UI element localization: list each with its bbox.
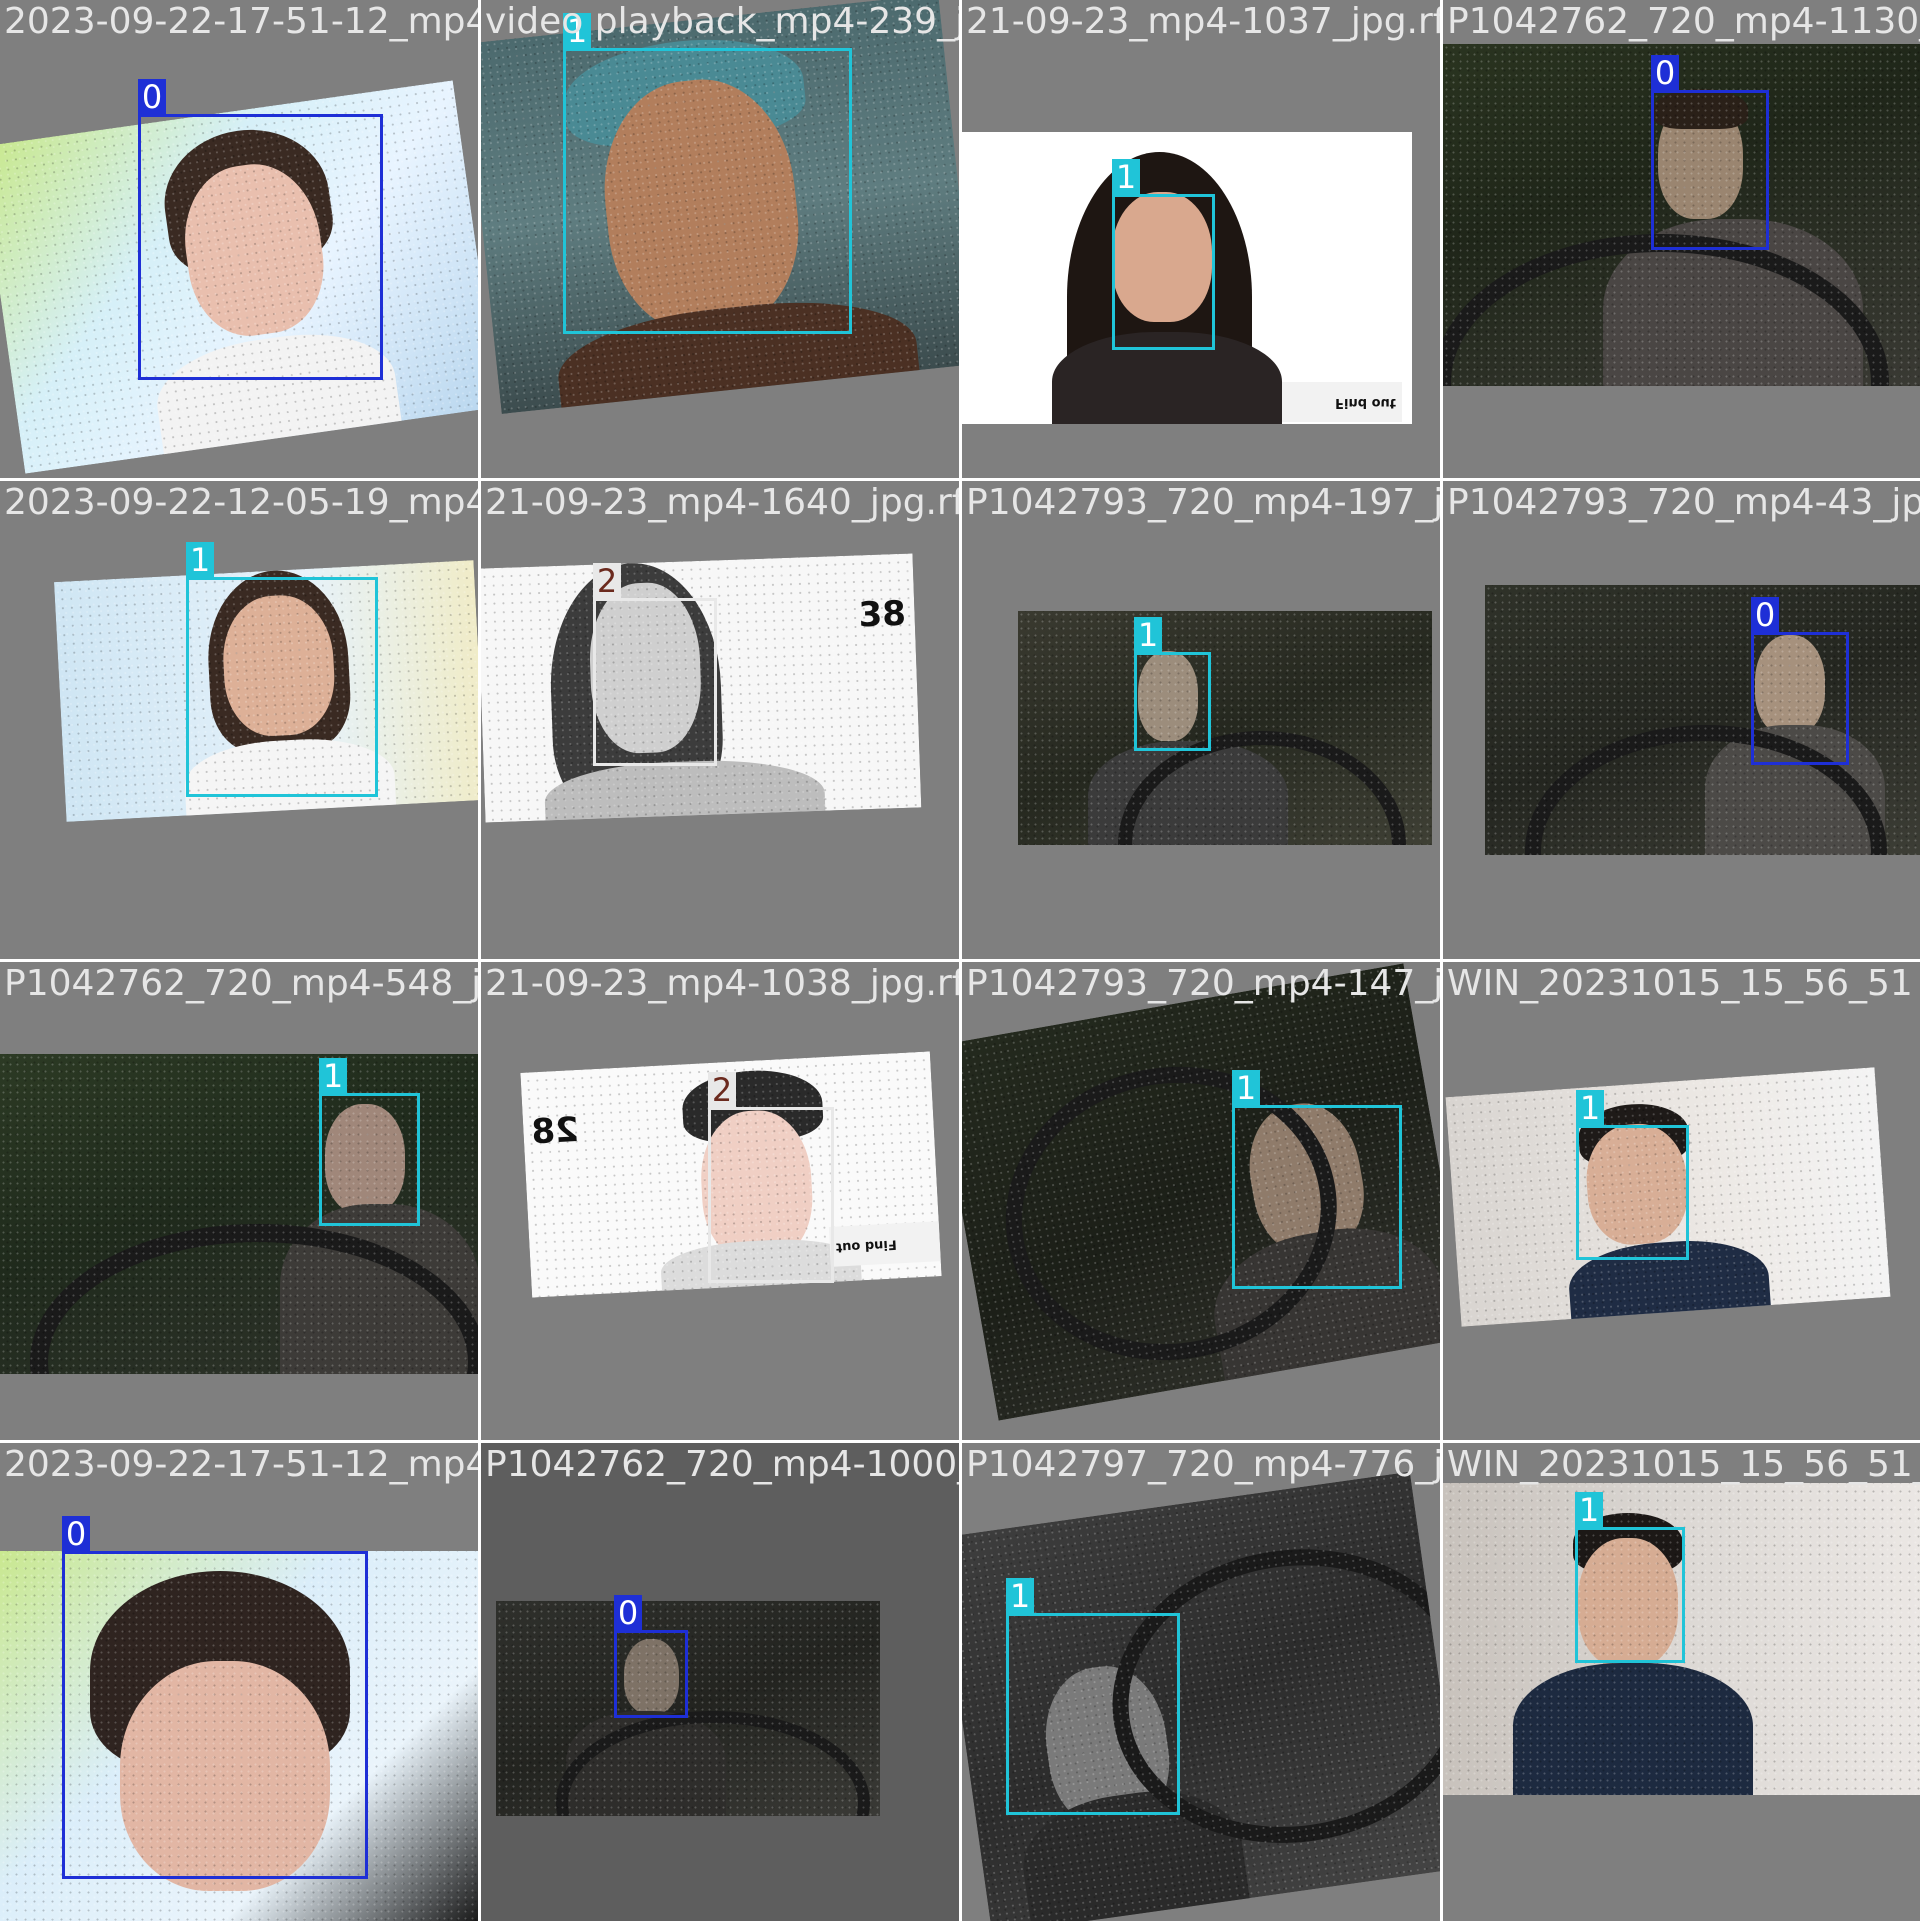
detection-box: 0 — [1651, 55, 1769, 250]
tile-5: 2023-09-22-12-05-19_mp4-121_jpg.rf.bf898… — [0, 481, 478, 959]
tile-4: P1042762_720_mp4-1130_jpg 0 — [1443, 0, 1920, 478]
detection-class-label: 2 — [593, 563, 621, 599]
counter-number: 38 — [857, 593, 907, 636]
filename-label: 2023-09-22-17-51-12_mp4-420_jpg.rf.2a7a8… — [4, 1444, 478, 1485]
filename-label: 21-09-23_mp4-1037_jpg.rf.0e04424f2d7201b — [966, 1, 1440, 42]
tile-15: P1042797_720_mp4-776_jpg.rf.b83b5a9f5ff8… — [962, 1443, 1440, 1921]
image-mosaic: 2023-09-22-17-51-12_mp4-91_jpg.rf.0bc9 0… — [0, 0, 1920, 1921]
filename-label: P1042797_720_mp4-776_jpg.rf.b83b5a9f5ff8… — [966, 1444, 1440, 1485]
tile-7: P1042793_720_mp4-197_jpg.rf.0f2903f2087a… — [962, 481, 1440, 959]
tile-14: P1042762_720_mp4-1000_jpg.rf.0dfe75c1c4d… — [481, 1443, 959, 1921]
detection-box: 1 — [1575, 1492, 1685, 1663]
detection-box: 1 — [1112, 159, 1215, 350]
detection-class-label: 0 — [1751, 597, 1779, 633]
tile-2: video playback_mp4-239_jpg.rf.0093f0534 … — [481, 0, 959, 478]
tile-13: 2023-09-22-17-51-12_mp4-420_jpg.rf.2a7a8… — [0, 1443, 478, 1921]
detection-box: 1 — [1134, 617, 1211, 751]
filename-label: P1042793_720_mp4-43_jpg — [1447, 482, 1920, 523]
filename-label: P1042762_720_mp4-1000_jpg.rf.0dfe75c1c4d… — [485, 1444, 959, 1485]
filename-label: P1042793_720_mp4-197_jpg.rf.0f2903f2087a — [966, 482, 1440, 523]
tile-1: 2023-09-22-17-51-12_mp4-91_jpg.rf.0bc9 0 — [0, 0, 478, 478]
detection-class-label: 0 — [614, 1595, 642, 1631]
photo — [1485, 585, 1920, 855]
filename-label: 21-09-23_mp4-1640_jpg.rf.6f4345293d6200 — [485, 482, 959, 523]
tile-16: WIN_20231015_15_56_51_Pro 1 — [1443, 1443, 1920, 1921]
detection-box: 0 — [1751, 597, 1849, 765]
detection-class-label: 1 — [1112, 159, 1140, 195]
filename-label: P1042793_720_mp4-147_jpg.rf.5105a8633e35 — [966, 963, 1440, 1004]
tile-3: Find out 21-09-23_mp4-1037_jpg.rf.0e0442… — [962, 0, 1440, 478]
detection-class-label: 0 — [138, 79, 166, 115]
filename-label: WIN_20231015_15_56_51_Pro — [1447, 1444, 1920, 1485]
yawn-sticker: Find out — [828, 1221, 941, 1267]
detection-box: 1 — [1576, 1090, 1689, 1260]
counter-number: 28 — [530, 1109, 580, 1153]
detection-class-label: 2 — [708, 1072, 736, 1108]
detection-box: 2 — [708, 1072, 834, 1283]
tile-8: P1042793_720_mp4-43_jpg 0 — [1443, 481, 1920, 959]
filename-label: P1042762_720_mp4-1130_jpg — [1447, 1, 1920, 42]
detection-class-label: 1 — [1006, 1578, 1034, 1614]
yawn-sticker: Find out — [1282, 382, 1402, 422]
filename-label: 2023-09-22-12-05-19_mp4-121_jpg.rf.bf898… — [4, 482, 478, 523]
tile-9: P1042762_720_mp4-548_jpg 1 — [0, 962, 478, 1440]
photo — [496, 1601, 880, 1816]
detection-box: 1 — [1232, 1070, 1402, 1289]
detection-box: 0 — [62, 1516, 368, 1879]
filename-label: WIN_20231015_15_56_51 — [1447, 963, 1913, 1004]
tile-6: 38 21-09-23_mp4-1640_jpg.rf.6f4345293d62… — [481, 481, 959, 959]
filename-label: video playback_mp4-239_jpg.rf.0093f0534 — [485, 1, 959, 42]
detection-box: 0 — [138, 79, 383, 380]
detection-box: 2 — [593, 563, 717, 766]
detection-class-label: 0 — [1651, 55, 1679, 91]
detection-box: 0 — [614, 1595, 688, 1718]
detection-class-label: 0 — [62, 1516, 90, 1552]
filename-label: P1042762_720_mp4-548_jpg — [4, 963, 478, 1004]
photo — [1018, 611, 1432, 845]
tile-12: WIN_20231015_15_56_51 1 — [1443, 962, 1920, 1440]
detection-class-label: 1 — [1232, 1070, 1260, 1106]
tile-11: P1042793_720_mp4-147_jpg.rf.5105a8633e35… — [962, 962, 1440, 1440]
detection-box: 1 — [1006, 1578, 1180, 1815]
detection-class-label: 1 — [1575, 1492, 1603, 1528]
detection-class-label: 1 — [186, 542, 214, 578]
detection-box: 1 — [186, 542, 378, 797]
tile-10: 28 Find out 21-09-23_mp4-1038_jpg.rf.1f5… — [481, 962, 959, 1440]
detection-class-label: 1 — [1576, 1090, 1604, 1126]
filename-label: 21-09-23_mp4-1038_jpg.rf.1f5107af9e3d387 — [485, 963, 959, 1004]
filename-label: 2023-09-22-17-51-12_mp4-91_jpg.rf.0bc9 — [4, 1, 478, 42]
detection-class-label: 1 — [1134, 617, 1162, 653]
detection-box: 1 — [319, 1058, 420, 1226]
detection-class-label: 1 — [319, 1058, 347, 1094]
detection-box: 1 — [563, 13, 852, 334]
